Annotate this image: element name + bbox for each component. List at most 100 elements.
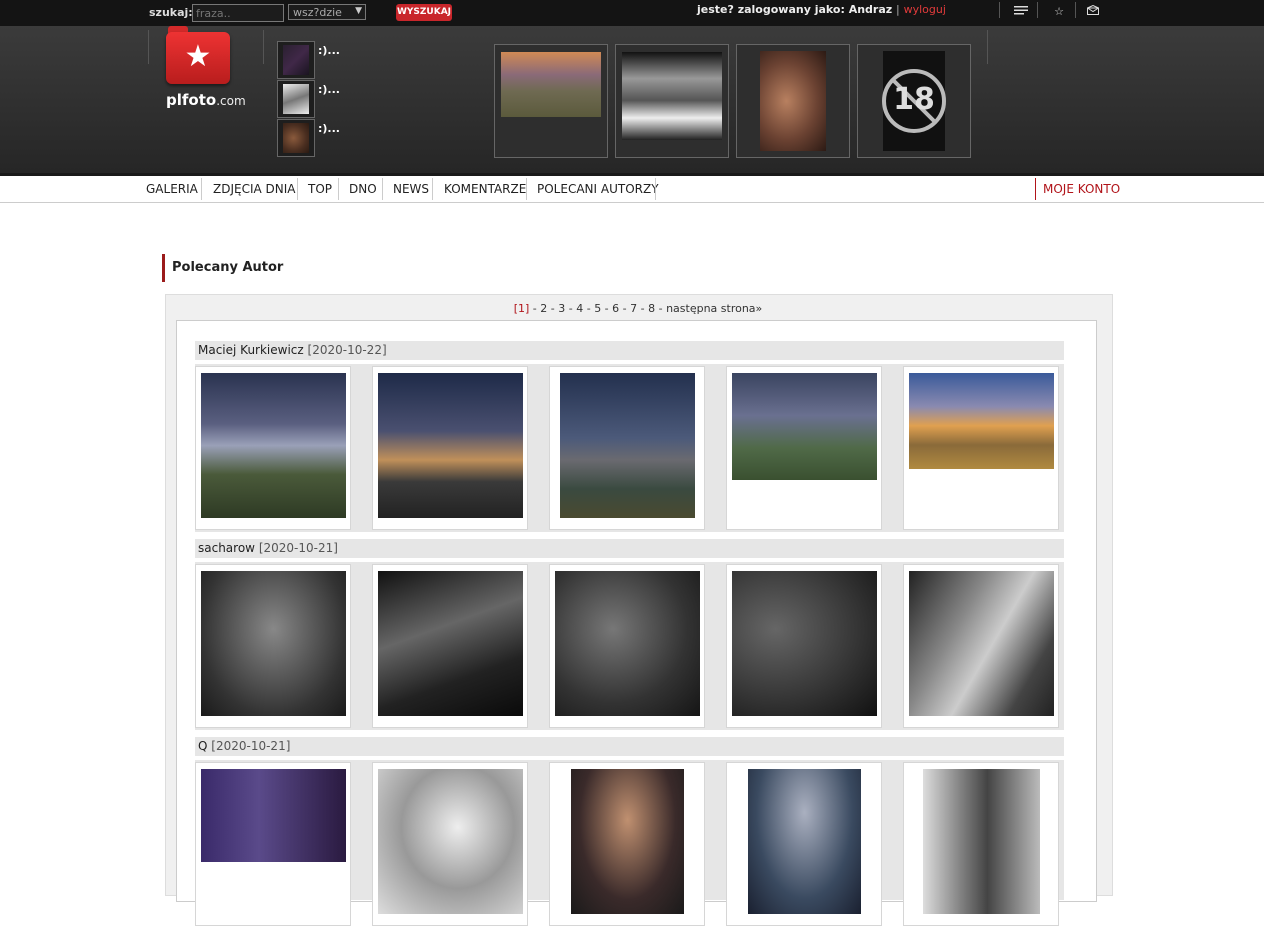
page-link[interactable]: 7 [630,302,637,315]
photo [760,51,826,151]
star-icon[interactable]: ☆ [1051,4,1067,20]
photo-card[interactable] [726,366,882,530]
photo-card[interactable] [549,762,705,926]
page-link[interactable]: 5 [594,302,601,315]
nav-news[interactable]: NEWS [393,182,429,196]
logged-as-text: jeste? zalogowany jako: Andraz [697,3,893,16]
photo-card[interactable] [549,366,705,530]
envelope-icon[interactable] [1085,4,1101,20]
photo-card[interactable] [372,366,528,530]
photo-card[interactable] [903,366,1059,530]
photo [748,769,861,914]
author-date: [2020-10-21] [211,739,291,753]
page-link[interactable]: 2 [540,302,547,315]
logout-link[interactable]: wyloguj [904,3,946,16]
featured-photo[interactable] [736,44,850,158]
star-icon: ★ [184,39,212,74]
search-input[interactable] [192,4,284,22]
photo [378,373,523,518]
photo [909,373,1054,469]
photo [732,373,877,480]
next-page-link[interactable]: następna strona» [666,302,762,315]
main-nav: GALERIA ZDJĘCIA DNIA TOP DNO NEWS KOMENT… [0,176,1264,203]
photo [622,52,722,140]
logo-text[interactable]: plfoto.com [166,91,246,109]
latest-caption[interactable]: :)... [318,83,340,96]
photo [501,52,601,117]
page-link[interactable]: 6 [612,302,619,315]
nav-polecani-autorzy[interactable]: POLECANI AUTORZY [537,182,659,196]
divider [263,30,264,64]
divider [1075,2,1076,18]
nav-komentarze[interactable]: KOMENTARZE [444,182,526,196]
photo-card[interactable] [372,762,528,926]
photo-card[interactable] [726,762,882,926]
latest-thumbnail[interactable] [277,41,315,79]
photo-card[interactable] [195,564,351,728]
chevron-down-icon: ▼ [355,6,362,16]
logo-suffix: .com [216,94,246,108]
photo [571,769,684,914]
photo [378,769,523,914]
search-scope-select[interactable]: wsz?dzie ▼ [288,4,366,20]
latest-caption[interactable]: :)... [318,44,340,57]
nav-top[interactable]: TOP [308,182,332,196]
divider [382,178,383,200]
divider [338,178,339,200]
divider [1035,178,1036,200]
photo [909,571,1054,716]
featured-photo[interactable] [494,44,608,158]
author-header: Q [2020-10-21] [195,737,1064,756]
pagination: [1] - 2 - 3 - 4 - 5 - 6 - 7 - 8 - następ… [513,302,763,315]
photo-card[interactable] [372,564,528,728]
latest-thumbnail[interactable] [277,80,315,118]
photo [283,123,309,153]
search-scope-value: wsz?dzie [293,6,342,19]
nav-dno[interactable]: DNO [349,182,377,196]
page-link[interactable]: 8 [648,302,655,315]
photo-card[interactable] [903,762,1059,926]
search-label: szukaj: [149,6,193,19]
photo [201,373,346,518]
photo [923,769,1040,914]
divider [1037,2,1038,18]
featured-photo[interactable] [615,44,729,158]
latest-caption[interactable]: :)... [318,122,340,135]
photo-card[interactable] [903,564,1059,728]
section-title: Polecany Autor [162,254,283,282]
user-separator: | [896,3,900,16]
photo-card[interactable] [549,564,705,728]
photo [732,571,877,716]
divider [999,2,1000,18]
photo-card[interactable] [195,366,351,530]
site-logo[interactable]: ★ [166,26,230,88]
author-date: [2020-10-21] [258,541,338,555]
user-status: jeste? zalogowany jako: Andraz | wyloguj [697,3,946,16]
photo-card[interactable] [195,762,351,926]
latest-thumbnail[interactable] [277,119,315,157]
photo-card[interactable] [726,564,882,728]
author-name[interactable]: Q [198,739,207,753]
divider [148,30,149,64]
photo [378,571,523,716]
page-link[interactable]: 4 [576,302,583,315]
nav-zdjecia-dnia[interactable]: ZDJĘCIA DNIA [213,182,296,196]
list-icon[interactable] [1013,4,1029,20]
nav-galeria[interactable]: GALERIA [146,182,198,196]
divider [987,30,988,64]
author-name[interactable]: Maciej Kurkiewicz [198,343,304,357]
featured-photo[interactable]: 18 [857,44,971,158]
search-button[interactable]: WYSZUKAJ [396,4,452,21]
divider [201,178,202,200]
page-link[interactable]: 3 [558,302,565,315]
author-date: [2020-10-22] [307,343,387,357]
photo [555,571,700,716]
author-name[interactable]: sacharow [198,541,255,555]
logo-name: plfoto [166,91,217,109]
divider [655,178,656,200]
nav-my-account[interactable]: MOJE KONTO [1043,182,1120,196]
page-current: [1] [513,302,530,315]
photo [560,373,695,518]
divider [526,178,527,200]
divider [432,178,433,200]
